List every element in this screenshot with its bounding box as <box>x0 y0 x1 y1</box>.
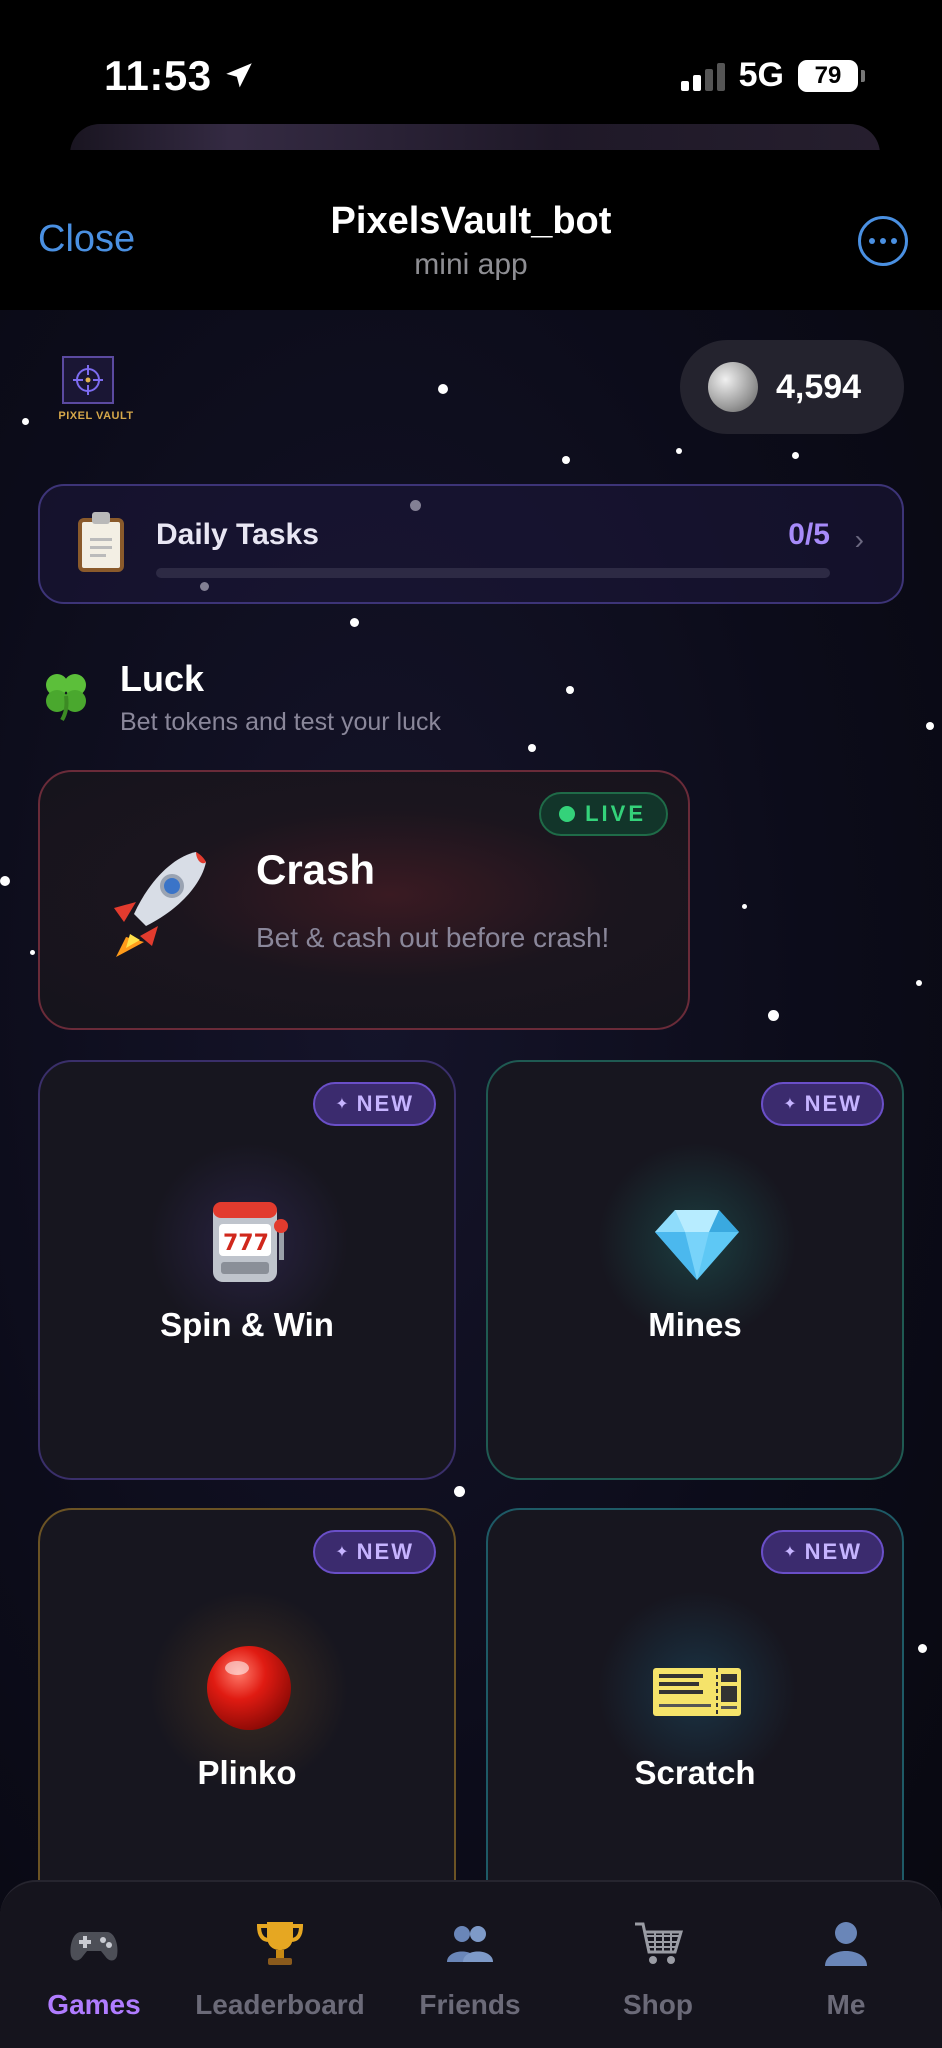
crash-game-card[interactable]: Crash Bet & cash out before crash! LIVE <box>38 770 690 1030</box>
rocket-icon <box>114 852 206 957</box>
star-decoration <box>30 950 35 955</box>
tab-games-label: Games <box>47 1989 141 2020</box>
daily-tasks-label: Daily Tasks <box>156 518 319 551</box>
tab-leaderboard-label: Leaderboard <box>195 1989 365 2020</box>
ticket-icon <box>653 1668 741 1716</box>
tab-me-label: Me <box>826 1989 866 2020</box>
crash-title: Crash <box>256 846 376 893</box>
pixel-vault-logo: PIXEL VAULT <box>58 356 134 426</box>
new-badge: ✦ NEW <box>313 1082 436 1126</box>
location-arrow-icon <box>225 63 252 88</box>
logo-text: PIXEL VAULT <box>58 410 134 422</box>
sparkle-icon: ✦ <box>335 1096 349 1113</box>
spin-and-win-title: Spin & Win <box>160 1306 334 1343</box>
live-badge: LIVE <box>539 792 668 836</box>
ellipsis-icon <box>869 238 875 244</box>
clipboard-icon <box>78 512 124 572</box>
spin-and-win-card[interactable]: ✦ NEW 777 Spin & Win <box>38 1060 456 1480</box>
status-time: 11:53 <box>104 52 256 100</box>
star-decoration <box>22 418 29 425</box>
crash-subtitle: Bet & cash out before crash! <box>256 922 610 953</box>
tab-leaderboard[interactable]: Leaderboard <box>190 1916 370 2021</box>
mines-title: Mines <box>648 1306 742 1343</box>
tab-friends-label: Friends <box>419 1989 521 2020</box>
star-decoration <box>926 722 934 730</box>
mines-card[interactable]: ✦ NEW Mines <box>486 1060 904 1480</box>
silver-coin-icon <box>708 362 758 412</box>
star-decoration <box>916 980 922 986</box>
red-ball-icon <box>207 1646 291 1730</box>
bot-title: PixelsVault_bot <box>330 200 612 242</box>
star-decoration <box>350 618 359 627</box>
star-decoration <box>676 448 682 454</box>
balance-pill[interactable]: 4,594 <box>680 340 904 434</box>
tab-games[interactable]: Games <box>4 1916 184 2021</box>
plinko-title: Plinko <box>197 1754 297 1791</box>
status-right: 5G 79 <box>680 56 865 95</box>
sparkle-icon: ✦ <box>335 1544 349 1561</box>
network-type: 5G <box>738 56 784 94</box>
star-decoration <box>454 1486 465 1497</box>
star-decoration <box>768 1010 779 1021</box>
chevron-right-icon: › <box>854 524 864 555</box>
more-options-button[interactable] <box>858 216 908 266</box>
star-decoration <box>438 384 448 394</box>
svg-text:777: 777 <box>223 1231 269 1256</box>
crosshair-icon <box>62 356 114 404</box>
scratch-title: Scratch <box>634 1754 756 1791</box>
new-badge-text: NEW <box>356 1539 414 1564</box>
bottom-tab-bar: Games Leaderboard Friends Shop Me <box>0 1880 942 2048</box>
star-decoration <box>562 456 570 464</box>
slot-machine-icon: 777 <box>213 1202 288 1282</box>
tab-shop[interactable]: Shop <box>568 1916 748 2021</box>
section-title: Luck <box>120 658 205 699</box>
star-decoration <box>0 876 10 886</box>
new-badge-text: NEW <box>356 1091 414 1116</box>
cart-icon <box>635 1922 684 1964</box>
people-icon <box>447 1926 493 1962</box>
new-badge: ✦ NEW <box>761 1082 884 1126</box>
tab-friends[interactable]: Friends <box>380 1916 560 2021</box>
four-leaf-clover-icon <box>46 674 86 722</box>
cellular-signal-icon <box>680 61 725 91</box>
star-decoration <box>918 1644 927 1653</box>
star-decoration <box>566 686 574 694</box>
gem-icon <box>655 1210 739 1280</box>
new-badge: ✦ NEW <box>313 1530 436 1574</box>
bot-subtitle: mini app <box>414 248 528 281</box>
miniapp-header: Close PixelsVault_bot mini app <box>0 150 942 310</box>
trophy-icon <box>256 1922 304 1965</box>
person-icon <box>825 1922 867 1966</box>
new-badge: ✦ NEW <box>761 1530 884 1574</box>
battery-icon: 79 <box>798 59 865 92</box>
new-badge-text: NEW <box>804 1091 862 1116</box>
section-subtitle: Bet tokens and test your luck <box>120 708 442 736</box>
new-badge-text: NEW <box>804 1539 862 1564</box>
star-decoration <box>792 452 799 459</box>
gamepad-icon <box>70 1932 118 1961</box>
star-decoration <box>742 904 747 909</box>
tab-shop-label: Shop <box>623 1989 693 2020</box>
app-content[interactable]: PIXEL VAULT 4,594 Daily Tasks 0/5 › Luck… <box>0 310 942 2048</box>
live-dot-icon <box>559 806 576 822</box>
sparkle-icon: ✦ <box>783 1096 797 1113</box>
daily-tasks-count: 0/5 <box>788 518 830 551</box>
live-badge-text: LIVE <box>585 801 646 826</box>
tab-me[interactable]: Me <box>756 1916 936 2021</box>
status-time-text: 11:53 <box>104 52 212 99</box>
daily-tasks-progress-bar <box>156 568 830 578</box>
balance-value: 4,594 <box>776 367 862 406</box>
status-bar: 11:53 5G 79 <box>0 0 942 154</box>
sparkle-icon: ✦ <box>783 1544 797 1561</box>
daily-tasks-card[interactable]: Daily Tasks 0/5 › <box>38 484 904 604</box>
star-decoration <box>528 744 536 752</box>
